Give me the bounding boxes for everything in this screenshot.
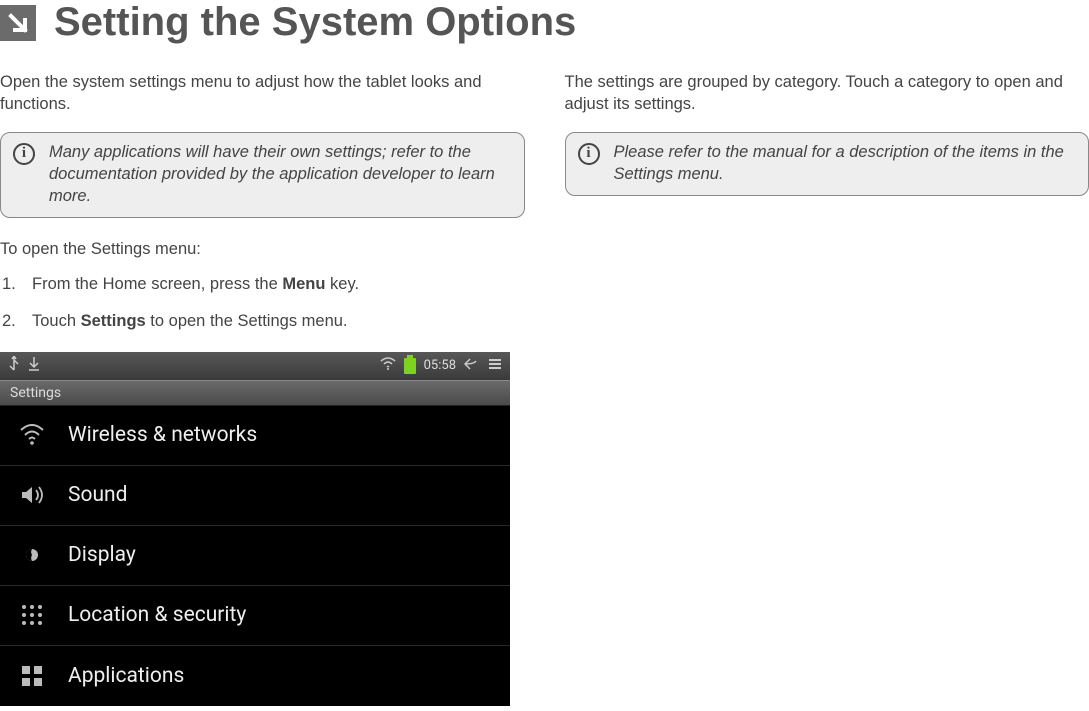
battery-icon xyxy=(404,358,416,374)
settings-row-label: Sound xyxy=(68,483,127,507)
usb-icon xyxy=(8,356,20,376)
status-bar: 05:58 xyxy=(0,352,510,380)
status-time: 05:58 xyxy=(424,358,456,373)
info-icon: i xyxy=(578,143,600,165)
settings-row-sound[interactable]: Sound xyxy=(0,466,510,526)
right-intro-text: The settings are grouped by category. To… xyxy=(565,71,1089,116)
settings-row-location[interactable]: Location & security xyxy=(0,586,510,646)
settings-screenshot: 05:58 Settings Wireless & networks xyxy=(0,352,510,706)
right-column: The settings are grouped by category. To… xyxy=(565,71,1089,706)
info-box-text: Please refer to the manual for a descrip… xyxy=(614,141,1077,186)
settings-row-label: Applications xyxy=(68,664,184,688)
display-icon xyxy=(18,541,46,569)
steps-list: 1. From the Home screen, press the Menu … xyxy=(0,273,525,332)
step-item: 2. Touch Settings to open the Settings m… xyxy=(2,310,525,332)
steps-heading: To open the Settings menu: xyxy=(0,240,525,259)
settings-row-label: Display xyxy=(68,543,136,567)
wifi-icon xyxy=(380,357,396,375)
apps-icon xyxy=(18,662,46,690)
content-columns: Open the system settings menu to adjust … xyxy=(0,71,1089,706)
status-right: 05:58 xyxy=(380,357,502,375)
info-box-left: i Many applications will have their own … xyxy=(0,132,525,219)
settings-row-display[interactable]: Display xyxy=(0,526,510,586)
info-icon: i xyxy=(13,143,35,165)
settings-row-label: Wireless & networks xyxy=(68,423,257,447)
settings-row-wireless[interactable]: Wireless & networks xyxy=(0,406,510,466)
page-header: Setting the System Options xyxy=(0,0,1089,45)
location-icon xyxy=(18,601,46,629)
settings-row-applications[interactable]: Applications xyxy=(0,646,510,706)
info-box-text: Many applications will have their own se… xyxy=(49,141,512,208)
sound-icon xyxy=(18,481,46,509)
step-text: Touch Settings to open the Settings menu… xyxy=(32,310,348,332)
wifi-icon xyxy=(18,421,46,449)
status-left xyxy=(8,356,40,376)
step-number: 1. xyxy=(2,273,32,295)
left-intro-text: Open the system settings menu to adjust … xyxy=(0,71,525,116)
screenshot-title: Settings xyxy=(0,380,510,406)
back-icon xyxy=(464,357,480,375)
info-box-right: i Please refer to the manual for a descr… xyxy=(565,132,1089,197)
left-column: Open the system settings menu to adjust … xyxy=(0,71,525,706)
header-arrow-icon xyxy=(0,5,36,41)
step-text: From the Home screen, press the Menu key… xyxy=(32,273,359,295)
page-title: Setting the System Options xyxy=(54,0,576,45)
step-item: 1. From the Home screen, press the Menu … xyxy=(2,273,525,295)
download-icon xyxy=(28,357,40,375)
settings-row-label: Location & security xyxy=(68,603,246,627)
menu-icon xyxy=(488,357,502,375)
step-number: 2. xyxy=(2,310,32,332)
